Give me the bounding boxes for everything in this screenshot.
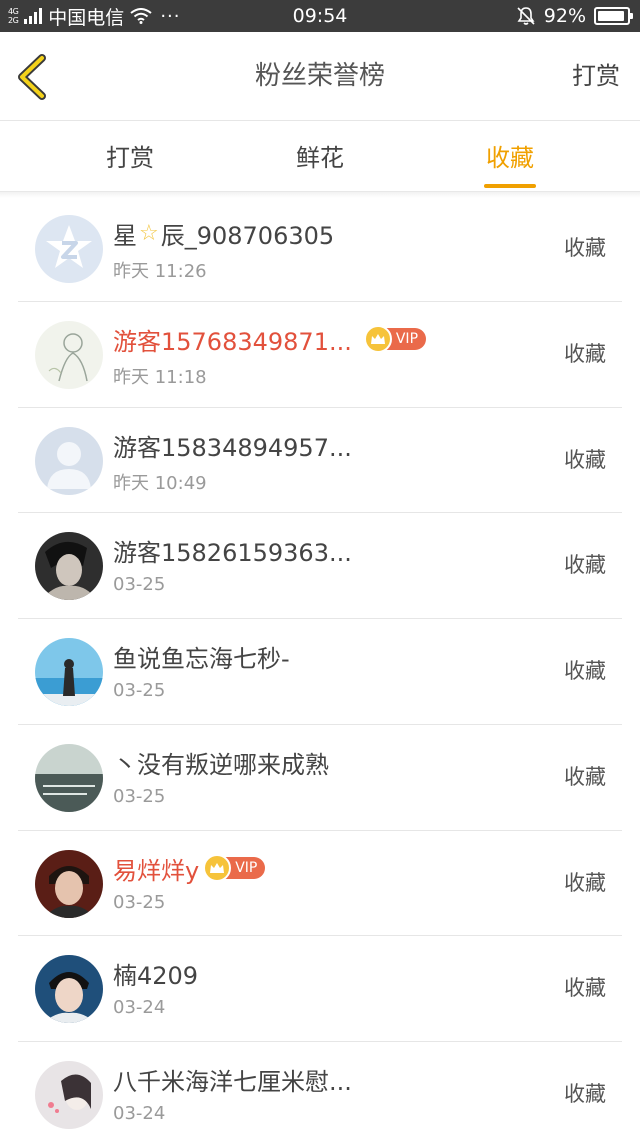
- list-item[interactable]: 游客15834894957... 昨天 10:49 收藏: [18, 408, 622, 514]
- default-user-icon: [35, 426, 103, 495]
- list-item[interactable]: 丶没有叛逆哪来成熟 03-25 收藏: [18, 725, 622, 831]
- illustration-photo: [35, 1061, 103, 1129]
- tab-favorites[interactable]: 收藏: [450, 122, 570, 192]
- page-title: 粉丝荣誉榜: [254, 61, 385, 91]
- tab-flowers-label: 鲜花: [296, 144, 344, 172]
- vip-label: VIP: [235, 860, 258, 876]
- avatar[interactable]: [35, 1061, 103, 1129]
- avatar[interactable]: [35, 426, 103, 495]
- crown-icon: [203, 854, 232, 882]
- avatar[interactable]: [35, 955, 103, 1024]
- portrait-photo: [35, 955, 103, 1024]
- list-item[interactable]: 鱼说鱼忘海七秒- 03-25 收藏: [18, 619, 622, 725]
- tab-flowers[interactable]: 鲜花: [260, 122, 380, 192]
- sea-photo: [35, 638, 103, 706]
- list-item[interactable]: 易烊烊y VIP 03-25 收藏: [18, 831, 622, 937]
- user-name-text: 游客15768349871...: [113, 327, 352, 356]
- user-name: 星 ☆ 辰_908706305: [113, 216, 334, 251]
- user-name: 鱼说鱼忘海七秒-: [113, 645, 290, 673]
- avatar[interactable]: [35, 849, 103, 918]
- timestamp: 昨天 10:49: [113, 472, 207, 494]
- action-label: 收藏: [564, 659, 606, 683]
- sketch-photo: [35, 320, 103, 389]
- avatar[interactable]: [35, 320, 103, 389]
- tab-reward-label: 打赏: [106, 144, 154, 172]
- qq-default-icon: [35, 215, 103, 283]
- user-name: 楠4209: [113, 962, 199, 991]
- user-name-text: 易烊烊y: [113, 856, 200, 885]
- list-item[interactable]: 游客15768349871... VIP 昨天 11:18 收藏: [18, 302, 622, 408]
- user-name: 游客15834894957...: [113, 433, 352, 462]
- status-right: 92%: [516, 0, 633, 32]
- timestamp: 03-25: [113, 680, 166, 701]
- tab-favorites-label: 收藏: [486, 144, 534, 172]
- vip-label: VIP: [395, 331, 419, 348]
- user-name: 丶没有叛逆哪来成熟: [113, 750, 329, 779]
- action-label: 收藏: [564, 976, 606, 1001]
- nav-header: 粉丝荣誉榜 打赏: [0, 32, 640, 121]
- timestamp: 昨天 11:18: [113, 366, 207, 388]
- crown-icon: [363, 325, 392, 354]
- vip-badge: VIP: [203, 854, 266, 882]
- portrait-photo: [35, 849, 103, 918]
- mute-bell-icon: [517, 7, 535, 25]
- vip-badge: VIP: [363, 325, 427, 354]
- action-label: 收藏: [564, 1082, 606, 1106]
- timestamp: 03-25: [113, 785, 166, 807]
- text-photo: [35, 743, 103, 812]
- timestamp: 03-25: [113, 574, 166, 596]
- user-name: 游客15768349871... VIP: [113, 322, 427, 357]
- tab-reward[interactable]: 打赏: [70, 122, 190, 192]
- active-tab-indicator: [484, 184, 536, 188]
- user-name-part: 星: [113, 222, 137, 250]
- status-bar: 4G 2G 中国电信 ··· 09:54 92%: [0, 0, 640, 32]
- timestamp: 03-24: [113, 1103, 166, 1124]
- action-label: 收藏: [564, 341, 606, 366]
- action-label: 收藏: [564, 870, 606, 895]
- avatar[interactable]: [35, 743, 103, 812]
- fan-list: 星 ☆ 辰_908706305 昨天 11:26 收藏 游客1576834987…: [0, 196, 640, 1138]
- list-item[interactable]: 星 ☆ 辰_908706305 昨天 11:26 收藏: [18, 196, 622, 302]
- tab-bar: 打赏 鲜花 收藏: [0, 122, 640, 192]
- avatar[interactable]: [35, 532, 103, 601]
- battery-fill: [598, 11, 624, 21]
- action-label: 收藏: [564, 447, 606, 472]
- action-label: 收藏: [564, 764, 606, 789]
- timestamp: 03-24: [113, 997, 166, 1019]
- battery-icon: [594, 7, 633, 25]
- portrait-photo: [35, 532, 103, 601]
- user-name-part: 辰_908706305: [160, 222, 335, 250]
- tip-button[interactable]: 打赏: [572, 32, 620, 121]
- list-item[interactable]: 八千米海洋七厘米慰... 03-24 收藏: [18, 1042, 622, 1138]
- avatar[interactable]: [35, 638, 103, 706]
- battery-percent: 92%: [543, 5, 586, 27]
- action-label: 收藏: [564, 553, 606, 578]
- timestamp: 昨天 11:26: [113, 261, 207, 282]
- list-item[interactable]: 楠4209 03-24 收藏: [18, 936, 622, 1042]
- action-label: 收藏: [564, 236, 606, 260]
- star-icon: ☆: [139, 221, 159, 246]
- avatar[interactable]: [35, 215, 103, 283]
- user-name: 八千米海洋七厘米慰...: [113, 1068, 352, 1096]
- user-name: 游客15826159363...: [113, 539, 352, 568]
- timestamp: 03-25: [113, 891, 166, 913]
- list-item[interactable]: 游客15826159363... 03-25 收藏: [18, 513, 622, 619]
- user-name: 易烊烊y VIP: [113, 851, 266, 886]
